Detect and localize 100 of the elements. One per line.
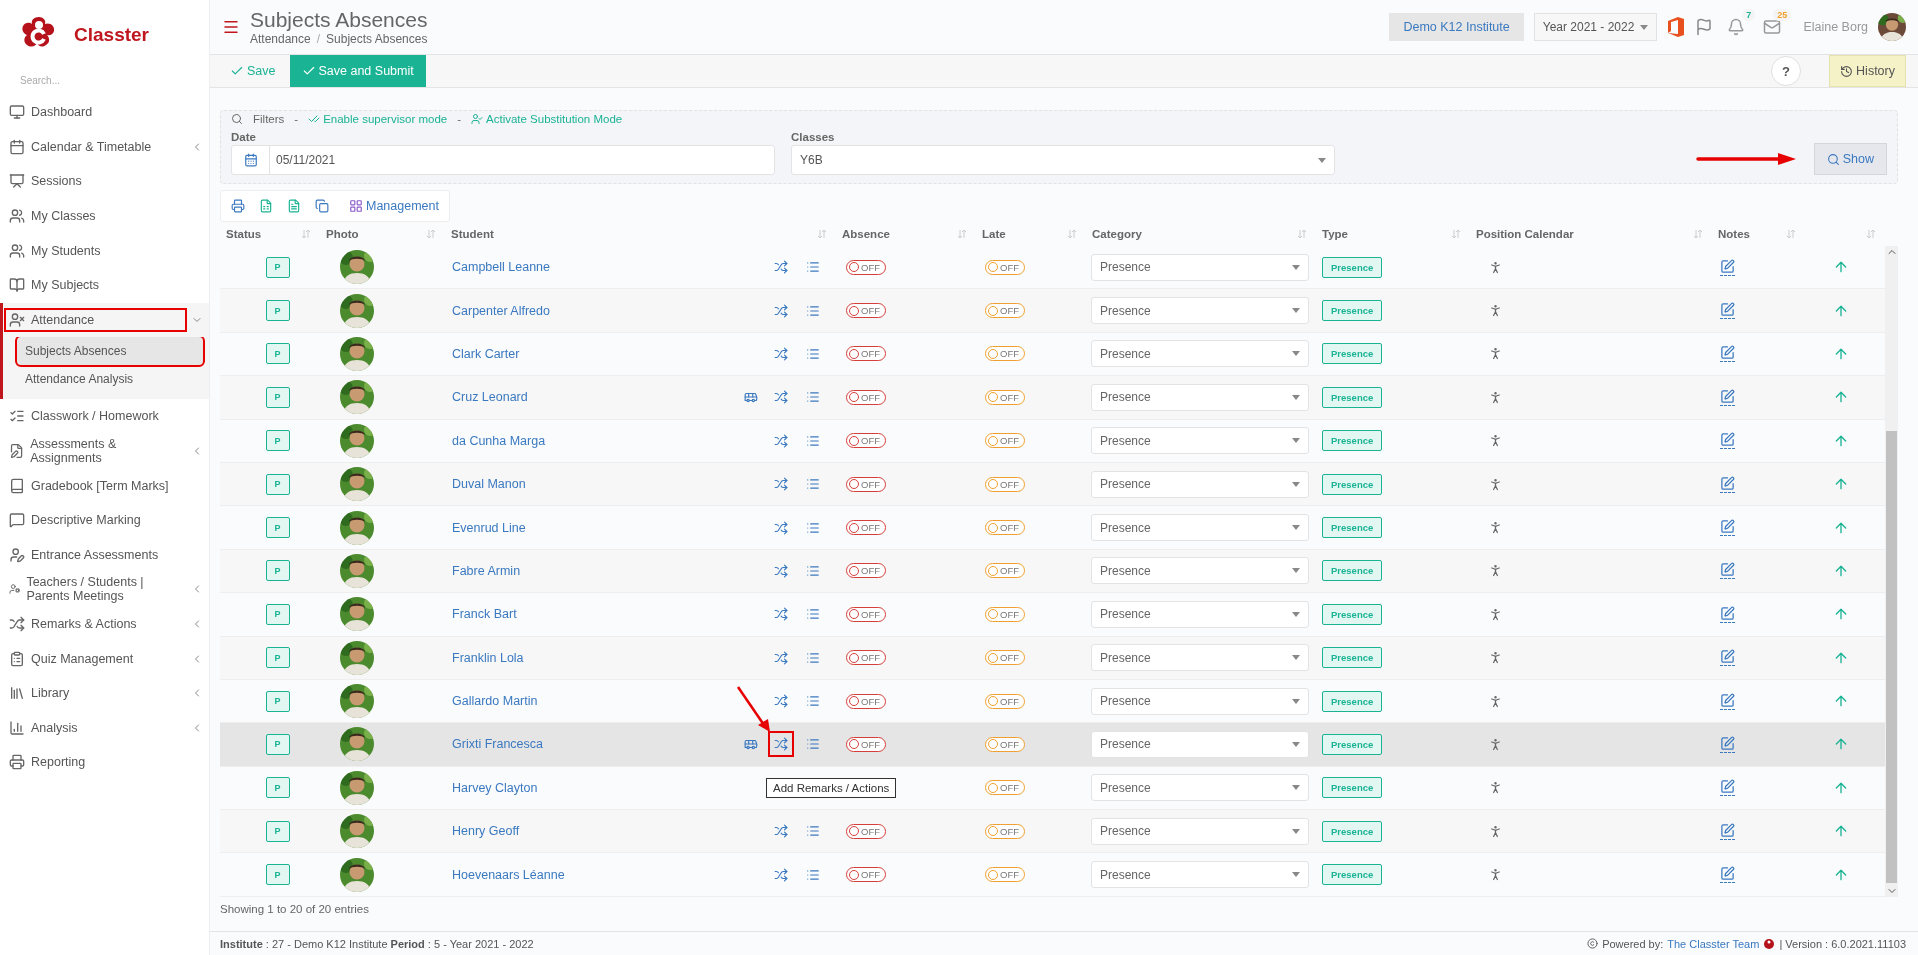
absence-toggle[interactable]: OFF bbox=[846, 433, 886, 449]
shuffle-button[interactable] bbox=[772, 258, 790, 277]
search-field[interactable]: Search... bbox=[18, 74, 178, 87]
absence-toggle[interactable]: OFF bbox=[846, 476, 886, 492]
absence-toggle[interactable]: OFF bbox=[846, 693, 886, 709]
status-badge[interactable]: P bbox=[265, 777, 290, 799]
student-link[interactable]: Fabre Armin bbox=[452, 563, 521, 578]
status-badge[interactable]: P bbox=[265, 820, 290, 842]
nav-item[interactable]: Assessments & Assignments bbox=[0, 433, 209, 469]
notes-button[interactable] bbox=[1720, 258, 1735, 276]
year-select[interactable]: Year 2021 - 2022 bbox=[1533, 13, 1658, 41]
column-header[interactable]: Position Calendar bbox=[1476, 228, 1574, 240]
absence-toggle[interactable]: OFF bbox=[846, 563, 886, 579]
status-badge[interactable]: P bbox=[265, 734, 290, 755]
category-select[interactable]: Presence bbox=[1091, 774, 1309, 802]
late-toggle[interactable]: OFF bbox=[985, 780, 1025, 796]
status-badge[interactable]: P bbox=[265, 300, 290, 322]
flag-icon[interactable] bbox=[1695, 18, 1714, 36]
bell-icon[interactable] bbox=[1727, 18, 1746, 36]
absence-toggle[interactable]: OFF bbox=[846, 737, 886, 752]
date-field[interactable]: 05/11/2021 bbox=[231, 145, 775, 175]
absence-toggle[interactable]: OFF bbox=[846, 823, 886, 839]
student-link[interactable]: Franklin Lola bbox=[452, 650, 524, 665]
notes-button[interactable] bbox=[1720, 779, 1735, 797]
nav-item[interactable]: Attendance bbox=[0, 302, 209, 338]
late-toggle[interactable]: OFF bbox=[985, 433, 1025, 449]
institute-label[interactable]: Demo K12 Institute bbox=[1389, 13, 1524, 41]
notes-button[interactable] bbox=[1720, 562, 1735, 580]
late-toggle[interactable]: OFF bbox=[985, 823, 1025, 839]
category-select[interactable]: Presence bbox=[1091, 557, 1309, 585]
shuffle-button[interactable] bbox=[772, 561, 790, 580]
late-toggle[interactable]: OFF bbox=[985, 650, 1025, 666]
nav-item[interactable]: Quiz Management bbox=[0, 641, 209, 676]
nav-item[interactable]: Library bbox=[0, 675, 209, 711]
student-link[interactable]: Campbell Leanne bbox=[452, 260, 550, 275]
nav-item[interactable]: Classwork / Homework bbox=[0, 399, 209, 434]
column-header[interactable]: Photo bbox=[326, 228, 359, 240]
notes-button[interactable] bbox=[1720, 302, 1735, 320]
csv-icon[interactable] bbox=[287, 199, 301, 213]
shuffle-button[interactable] bbox=[772, 648, 790, 667]
notes-button[interactable] bbox=[1720, 475, 1735, 493]
substitution-mode-link[interactable]: Activate Substitution Mode bbox=[471, 113, 623, 125]
category-select[interactable]: Presence bbox=[1091, 817, 1309, 845]
person-icon[interactable] bbox=[1488, 693, 1503, 709]
shuffle-button[interactable] bbox=[772, 301, 790, 320]
shuffle-button[interactable] bbox=[772, 865, 790, 884]
category-select[interactable]: Presence bbox=[1091, 731, 1309, 758]
notes-button[interactable] bbox=[1720, 519, 1735, 537]
notes-button[interactable] bbox=[1720, 866, 1735, 884]
supervisor-mode-link[interactable]: Enable supervisor mode bbox=[308, 113, 448, 125]
status-badge[interactable]: P bbox=[265, 517, 290, 539]
save-submit-button[interactable]: Save and Submit bbox=[289, 55, 426, 87]
notes-button[interactable] bbox=[1720, 822, 1735, 840]
student-link[interactable]: Harvey Clayton bbox=[452, 780, 538, 795]
bus-icon[interactable] bbox=[744, 737, 758, 752]
student-link[interactable]: Carpenter Alfredo bbox=[452, 303, 550, 318]
late-toggle[interactable]: OFF bbox=[985, 259, 1025, 275]
notes-button[interactable] bbox=[1720, 736, 1735, 753]
absence-toggle[interactable]: OFF bbox=[846, 867, 886, 883]
nav-item[interactable]: My Subjects bbox=[0, 267, 209, 303]
absence-toggle[interactable]: OFF bbox=[846, 650, 886, 666]
breadcrumb-item[interactable]: Attendance bbox=[250, 32, 311, 46]
person-icon[interactable] bbox=[1488, 867, 1503, 883]
status-badge[interactable]: P bbox=[265, 690, 290, 712]
late-toggle[interactable]: OFF bbox=[985, 520, 1025, 536]
column-header[interactable]: Status bbox=[226, 228, 262, 240]
status-badge[interactable]: P bbox=[265, 430, 290, 452]
column-header[interactable]: Student bbox=[451, 228, 494, 240]
user-name[interactable]: Elaine Borg bbox=[1803, 20, 1868, 34]
status-badge[interactable]: P bbox=[265, 560, 290, 582]
shuffle-button[interactable] bbox=[772, 344, 790, 363]
team-link[interactable]: The Classter Team bbox=[1667, 937, 1760, 950]
student-link[interactable]: Hoevenaars Léanne bbox=[452, 867, 565, 882]
nav-item[interactable]: Dashboard bbox=[0, 95, 209, 130]
shuffle-button[interactable] bbox=[772, 475, 790, 494]
category-select[interactable]: Presence bbox=[1091, 687, 1309, 715]
category-select[interactable]: Presence bbox=[1091, 861, 1309, 889]
column-header[interactable]: Type bbox=[1322, 228, 1348, 240]
scrollbar[interactable] bbox=[1885, 246, 1898, 897]
notes-button[interactable] bbox=[1720, 692, 1735, 710]
person-icon[interactable] bbox=[1488, 650, 1503, 666]
nav-item[interactable]: Reporting bbox=[0, 745, 209, 780]
category-select[interactable]: Presence bbox=[1091, 253, 1309, 281]
category-select[interactable]: Presence bbox=[1091, 427, 1309, 455]
category-select[interactable]: Presence bbox=[1091, 470, 1309, 498]
column-header[interactable]: Notes bbox=[1718, 228, 1750, 240]
shuffle-button[interactable] bbox=[772, 431, 790, 450]
show-button[interactable]: Show bbox=[1813, 143, 1887, 175]
notes-button[interactable] bbox=[1720, 605, 1735, 623]
management-button[interactable]: Management bbox=[349, 199, 439, 213]
absence-toggle[interactable]: OFF bbox=[846, 389, 886, 405]
category-select[interactable]: Presence bbox=[1091, 340, 1309, 368]
status-badge[interactable]: P bbox=[265, 386, 290, 408]
nav-item[interactable]: Analysis bbox=[0, 710, 209, 746]
student-link[interactable]: Duval Manon bbox=[452, 477, 526, 492]
menu-icon[interactable] bbox=[222, 18, 240, 36]
student-link[interactable]: Henry Geoff bbox=[452, 824, 520, 839]
late-toggle[interactable]: OFF bbox=[985, 737, 1025, 752]
nav-subitem[interactable]: Attendance Analysis bbox=[17, 365, 203, 394]
notes-button[interactable] bbox=[1720, 388, 1735, 406]
